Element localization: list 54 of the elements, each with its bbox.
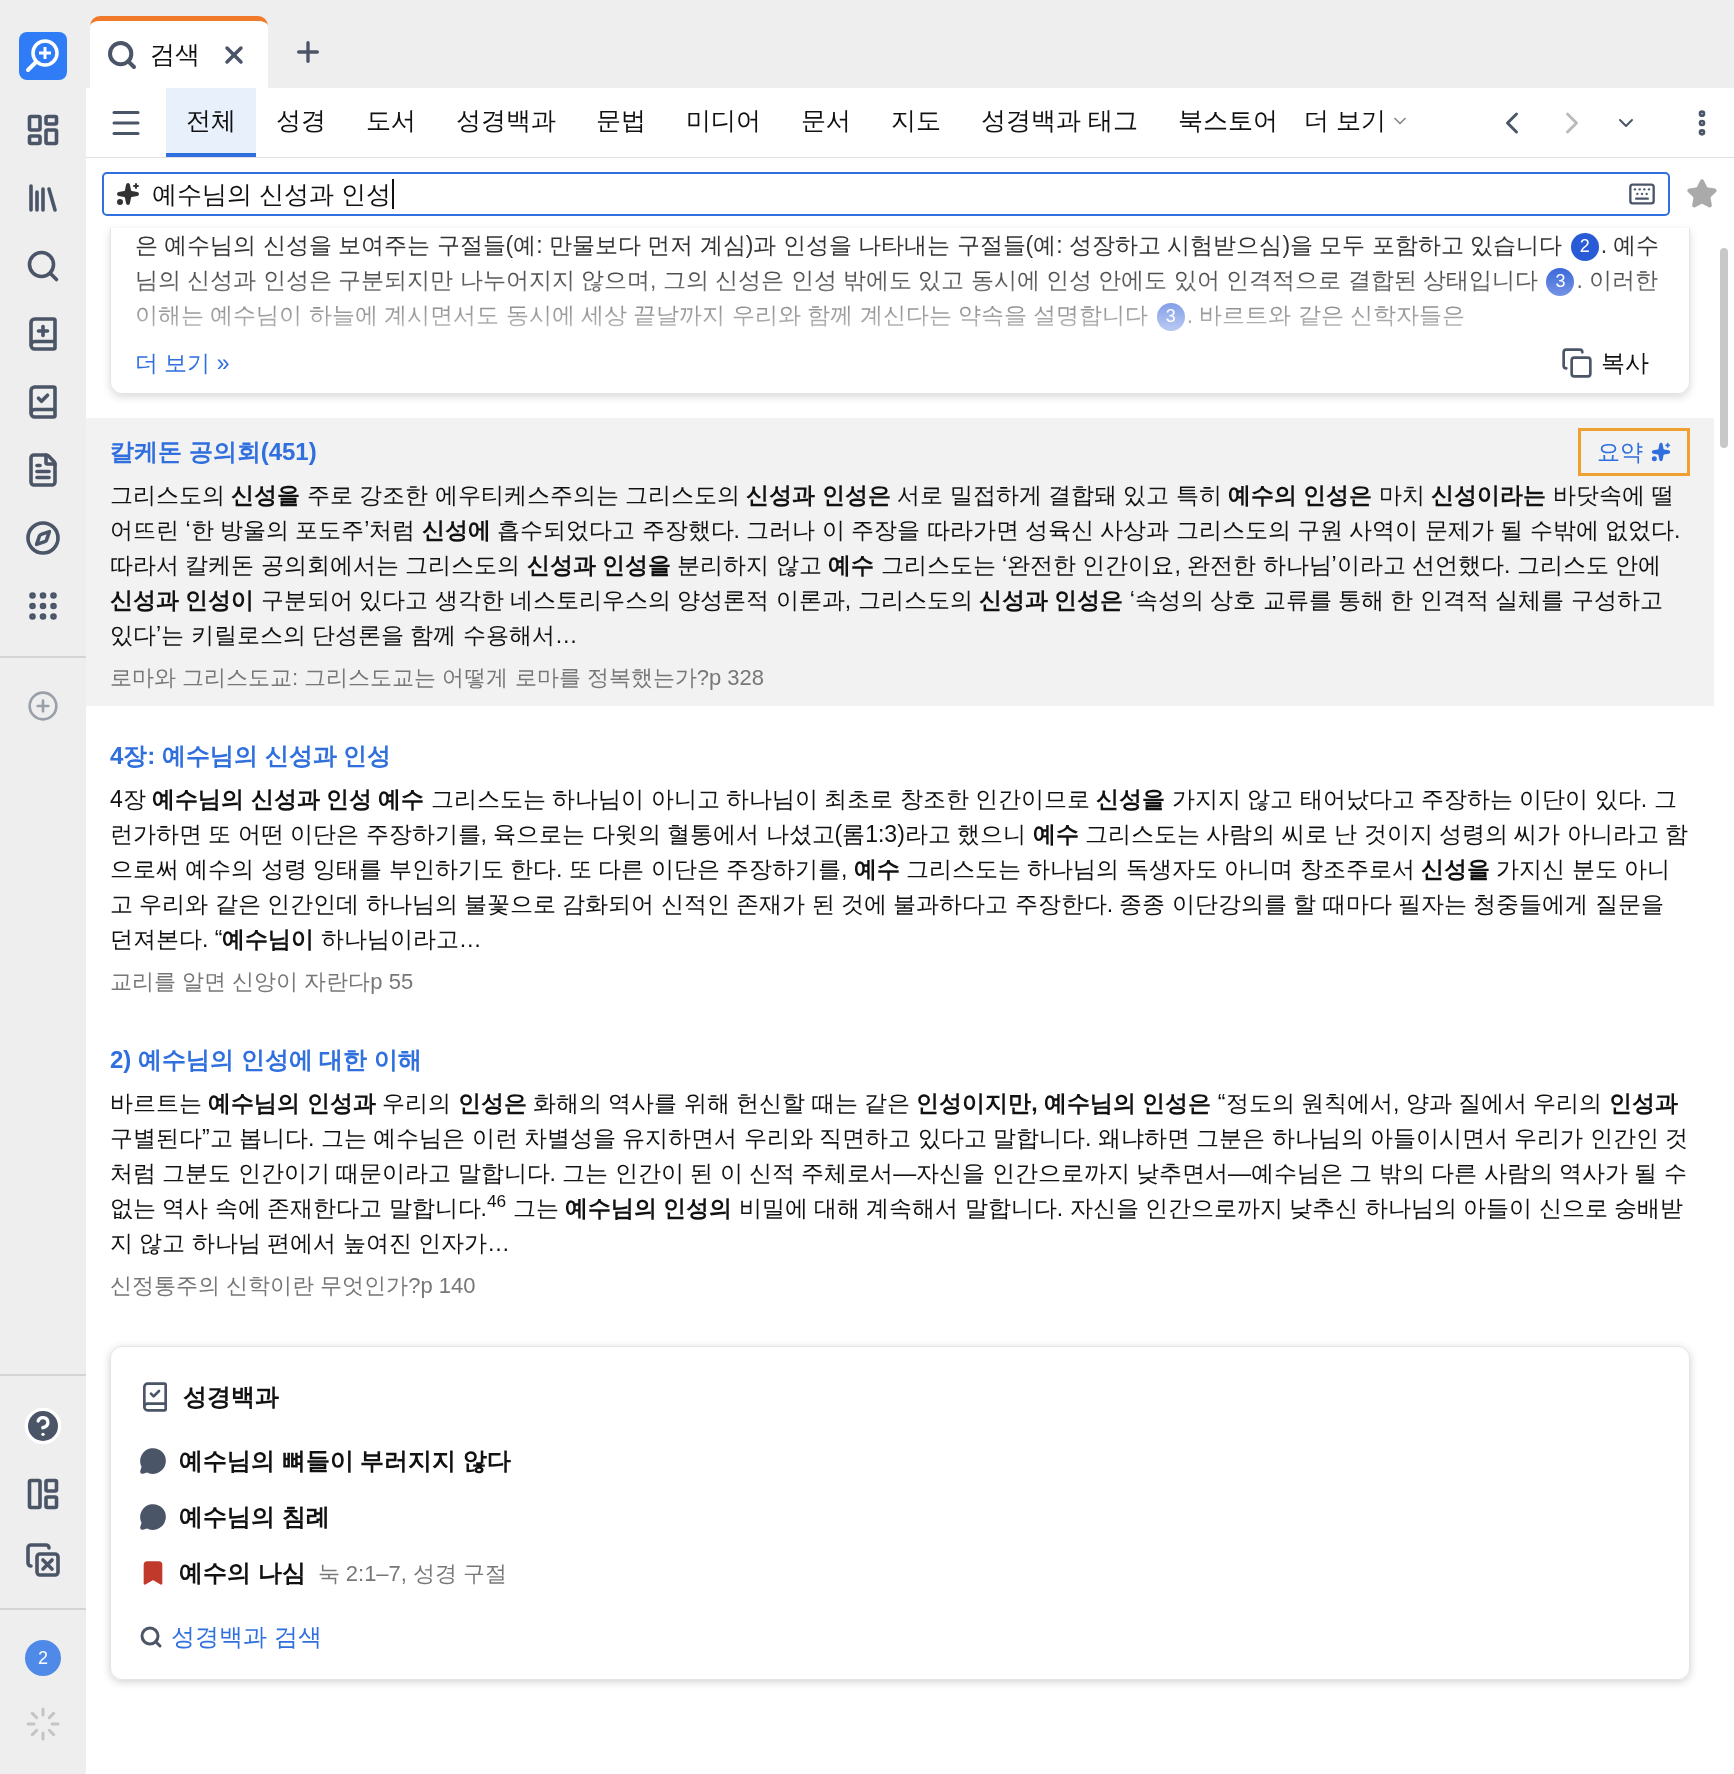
search-icon[interactable] bbox=[25, 248, 61, 284]
encyclopedia-link[interactable]: 예수님의 침례 bbox=[179, 1499, 330, 1535]
summary-text: 은 예수님의 신성을 보여주는 구절들(예: 만물보다 먼저 계심)과 인성을 나타내는 구절들(예: 성장하고 시험받으심)을 모두 포함하고 있습니다 2 . 예수님의 신성과 인성은 구분되지만 나누어지지 않으며, 그의 신성은 인성 밖에도 있고 동시에 인성 안에도 있어 인격적으로 결합된 상태입니다 3 . 이러한 이해는 예수님이 하늘에 계시면서도 동시에 세상 끝날까지 우리와 함께 계신다는 약속을 설명합니다 3 . 바르트와 같은 신학자들은 bbox=[135, 228, 1665, 333]
speech-bubble-icon bbox=[139, 1447, 167, 1475]
favorite-star-icon[interactable] bbox=[1686, 178, 1718, 210]
compass-icon[interactable] bbox=[25, 520, 61, 556]
search-field[interactable]: 예수님의 신성과 인성 bbox=[102, 172, 1670, 216]
close-windows-icon[interactable] bbox=[25, 1542, 61, 1578]
result-source: 신정통주의 신학이란 무엇인가?p 140 bbox=[110, 1272, 477, 1300]
category-tab[interactable]: 전체 bbox=[166, 88, 256, 157]
result-source: 교리를 알면 신앙이 자란다p 55 bbox=[110, 968, 415, 996]
search-result[interactable] bbox=[86, 418, 1714, 706]
summarize-button[interactable]: 요약 bbox=[1578, 427, 1690, 477]
result-source: 로마와 그리스도교: 그리스도교는 어떻게 로마를 정복했는가?p 328 bbox=[110, 664, 765, 692]
search-icon bbox=[139, 1625, 163, 1649]
search-icon bbox=[106, 38, 138, 71]
category-tab[interactable]: 문법 bbox=[576, 88, 666, 157]
copy-button[interactable]: 복사 bbox=[1561, 345, 1649, 381]
result-title-link[interactable]: 2) 예수님의 인성에 대한 이해 bbox=[110, 1042, 422, 1078]
scrollbar-thumb[interactable] bbox=[1720, 248, 1728, 448]
category-tab[interactable]: 미디어 bbox=[666, 88, 781, 157]
passage-detail: 눅 2:1–7, 성경 구절 bbox=[317, 1559, 508, 1588]
tab-title: 검색 bbox=[150, 38, 200, 70]
encyclopedia-link[interactable]: 예수의 나심 bbox=[179, 1555, 306, 1591]
sparkle-icon bbox=[116, 182, 140, 206]
category-tab[interactable]: 성경백과 태그 bbox=[961, 88, 1158, 157]
encyclopedia-link[interactable]: 예수님의 뼈들이 부러지지 않다 bbox=[179, 1443, 511, 1479]
loading-icon bbox=[25, 1706, 61, 1742]
search-tab[interactable]: 검색 bbox=[90, 16, 268, 88]
category-tab[interactable]: 문서 bbox=[781, 88, 871, 157]
more-link[interactable]: 더 보기 » bbox=[135, 345, 230, 381]
more-tabs-dropdown[interactable]: 더 보기 bbox=[1297, 88, 1416, 157]
help-icon[interactable] bbox=[23, 1406, 63, 1446]
dashboard-icon[interactable] bbox=[25, 112, 61, 148]
result-title-link[interactable]: 칼케돈 공의회(451) bbox=[110, 434, 317, 470]
result-snippet: 그리스도의 신성을 주로 강조한 에우티케스주의는 그리스도의 신성과 인성은 서로 밀접하게 결합돼 있고 특히 예수의 인성은 마치 신성이라는 바닷속에 떨어뜨린 ‘한 방울의 포도주’처럼 신성에 흡수되었다고 주장했다. 그러나 이 주장을 따라가면 성육신 사상과 그리스도의 구원 사역이 문제가 될 수밖에 없었다. 따라서 칼케돈 공의회에서는 그리스도의 신성과 인성을 분리하지 않고 예수 그리스도는 ‘완전한 인간이요, 완전한 하나님’이라고 선언했다. 그리스도 안에 신성과 인성이 구분되어 있다고 생각한 네스토리우스의 양성론적 이론과, 그리스도의 신성과 인성은 ‘속성의 상호 교류를 통해 한 인격적 실체를 구성하고 있다’는 키릴로스의 단성론을 함께 수용해서… bbox=[110, 481, 1682, 650]
category-tab[interactable]: 지도 bbox=[871, 88, 961, 157]
category-tab[interactable]: 도서 bbox=[346, 88, 436, 157]
layout-icon[interactable] bbox=[25, 1476, 61, 1512]
sparkle-icon bbox=[1651, 442, 1671, 462]
app-logo-icon[interactable] bbox=[19, 32, 67, 80]
category-tab[interactable]: 성경백과 bbox=[436, 88, 576, 157]
category-tab[interactable]: 북스토어 bbox=[1157, 88, 1298, 157]
result-snippet: 4장 예수님의 신성과 인성 예수 그리스도는 하나님이 아니고 하나님이 최초로 창조한 인간이므로 신성을 가지지 않고 태어났다고 주장하는 이단이 있다. 그런가하면 또 어떤 이단은 주장하기를, 육으로는 다윗의 혈통에서 나셨고(롬1:3)라고 했으니 예수 그리스도는 사람의 씨로 난 것이지 성령의 씨가 아니라고 함으로써 예수의 성령 잉태를 부인하기도 한다. 또 다른 이단은 주장하기를, 예수 그리스도는 하나님의 독생자도 아니며 창조주로서 신성을 가지신 분도 아니고 우리와 같은 인간인데 하나님의 불꽃으로 감화되어 신적인 존재가 된 것에 불과하다고 주장한다. 종종 이단강의를 할 때마다 필자는 청중들에게 질문을 던져본다. “예수님이 하나님이라고… bbox=[110, 785, 1690, 954]
copy-icon bbox=[1561, 347, 1593, 379]
citation-link[interactable]: 3 bbox=[1546, 267, 1575, 296]
encyclopedia-search-link[interactable]: 성경백과 검색 bbox=[139, 1619, 1661, 1655]
citation-link[interactable]: 2 bbox=[1570, 232, 1599, 261]
card-title: 성경백과 bbox=[183, 1382, 279, 1412]
result-title-link[interactable]: 4장: 예수님의 신성과 인성 bbox=[110, 738, 392, 774]
result-snippet: 바르트는 예수님의 인성과 우리의 인성은 화해의 역사를 위해 헌신할 때는 같은 인성이지만, 예수님의 인성은 “정도의 원칙에서, 양과 질에서 우리의 인성과 구별된다”고 봅니다. 그는 예수님은 이런 차별성을 유지하면서 우리와 직면하고 있다고 말합니다. 왜냐하면 그분은 하나님의 아들이시면서 우리가 인간인 것처럼 그분도 인간이기 때문이라고 말합니다. 그는 인간이 된 이 신적 주체로서—자신을 인간으로까지 낮추면서—예수님은 그 밖의 다른 사람의 역사가 될 수 없는 역사 속에 존재한다고 말합니다.$^{46}$ 그는 예수님의 인성의 비밀에 대해 계속해서 말합니다. 자신을 인간으로까지 낮추신 하나님의 아들이 신으로 숭배받지 않고 하나님 편에서 높여진 인자가… bbox=[110, 1089, 1690, 1258]
search-query: 예수님의 신성과 인성 bbox=[152, 179, 394, 209]
speech-bubble-icon bbox=[139, 1503, 167, 1531]
category-tab[interactable]: 성경 bbox=[256, 88, 346, 157]
